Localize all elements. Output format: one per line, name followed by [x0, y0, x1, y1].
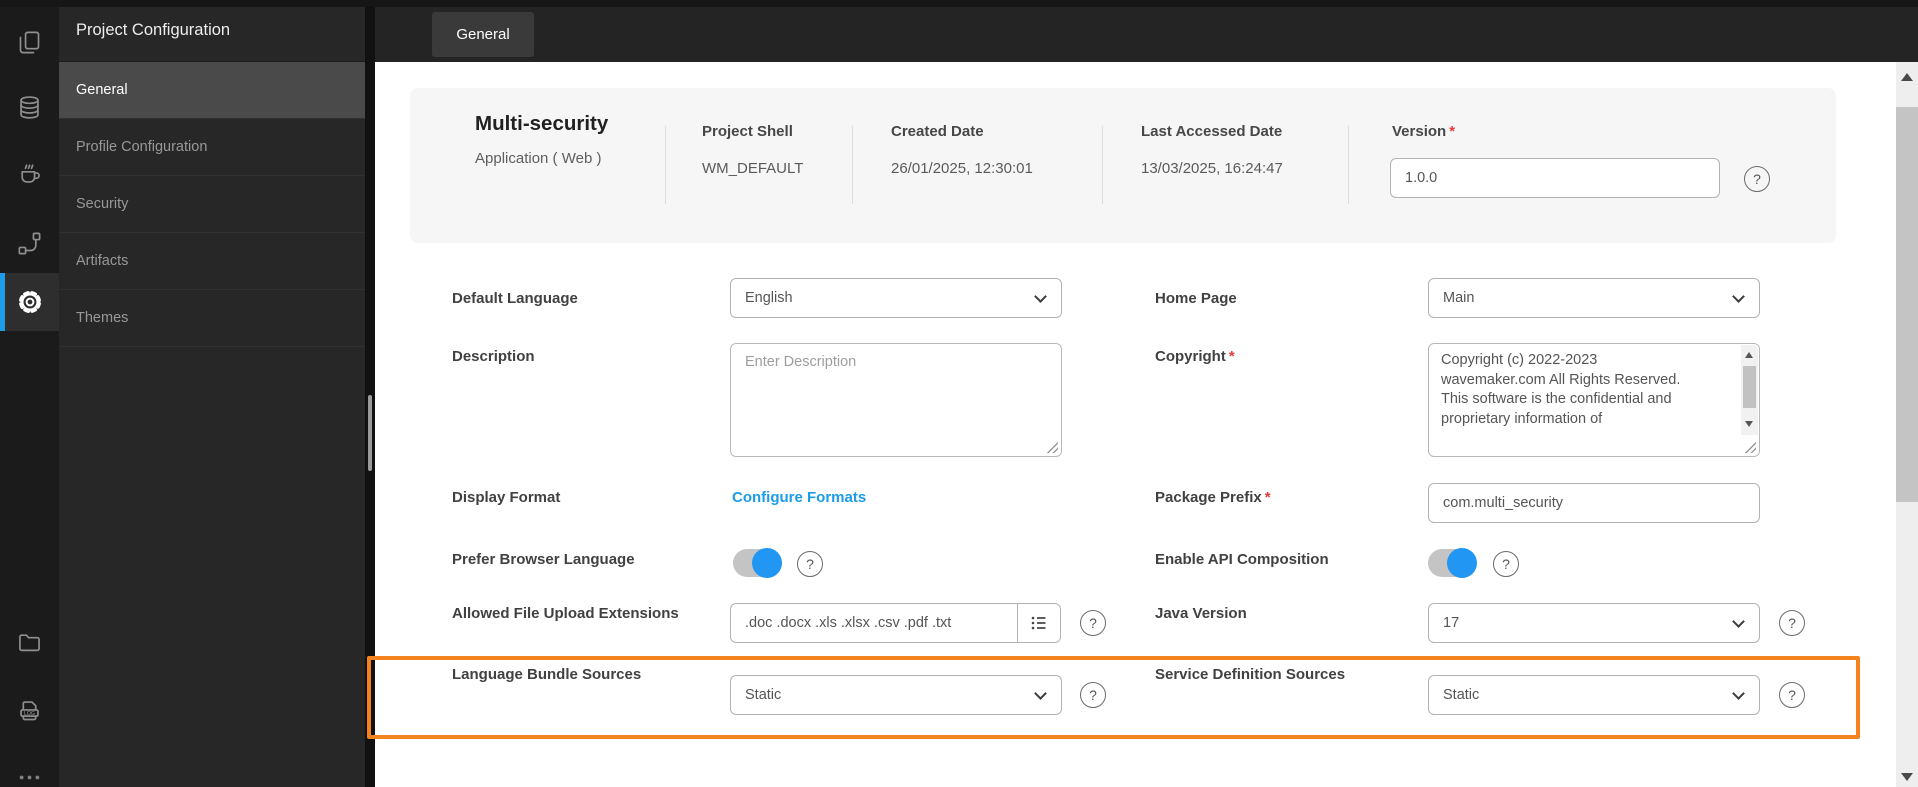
tab-general[interactable]: General [432, 12, 534, 57]
enable-api-composition-toggle[interactable] [1428, 548, 1477, 578]
java-version-select[interactable]: 17 [1428, 603, 1760, 643]
service-definition-sources-value: Static [1443, 687, 1480, 703]
project-info-card: Multi-security Application ( Web ) Proje… [410, 88, 1836, 243]
project-shell-value: WM_DEFAULT [702, 160, 804, 177]
required-asterisk: * [1228, 348, 1235, 365]
sidebar-divider [365, 0, 375, 787]
main-area: General Multi-security Application ( Web… [375, 0, 1918, 787]
package-prefix-label: Package Prefix * [1155, 489, 1271, 506]
extensions-list-button[interactable] [1017, 603, 1061, 643]
chevron-down-icon [1034, 687, 1047, 700]
sidebar-item-security[interactable]: Security [59, 176, 365, 233]
language-bundle-sources-select[interactable]: Static [730, 675, 1062, 715]
java-version-value: 17 [1443, 615, 1460, 631]
log-icon-label: LOG [24, 710, 35, 716]
icon-rail: LOG [0, 0, 59, 787]
version-label: Version * [1392, 123, 1456, 140]
scroll-down-icon[interactable] [1901, 773, 1913, 781]
allowed-file-upload-extensions-input[interactable] [730, 603, 1018, 643]
configure-formats-link[interactable]: Configure Formats [732, 489, 866, 506]
default-language-select[interactable]: English [730, 278, 1062, 318]
chevron-down-icon [1732, 687, 1745, 700]
created-date-label: Created Date [891, 123, 984, 140]
required-asterisk: * [1264, 489, 1271, 506]
page-scrollbar-thumb[interactable] [1896, 107, 1918, 502]
pages-icon[interactable] [0, 18, 59, 66]
sidebar-item-profile-configuration[interactable]: Profile Configuration [59, 119, 365, 176]
display-format-label: Display Format [452, 489, 561, 506]
created-date-value: 26/01/2025, 12:30:01 [891, 160, 1033, 177]
copyright-label: Copyright * [1155, 348, 1235, 365]
sidebar-title: Project Configuration [59, 0, 365, 62]
window-top-strip [0, 0, 1918, 7]
sidebar-item-artifacts[interactable]: Artifacts [59, 233, 365, 290]
enable-api-composition-help-icon[interactable]: ? [1493, 551, 1519, 577]
card-divider [1348, 126, 1349, 204]
sidebar-scrollbar-thumb[interactable] [368, 395, 372, 471]
more-options-icon[interactable] [0, 753, 59, 787]
card-divider [1102, 126, 1103, 204]
copyright-scrollbar-thumb[interactable] [1743, 366, 1756, 408]
page-scrollbar[interactable] [1896, 62, 1918, 787]
default-language-value: English [745, 290, 793, 306]
enable-api-composition-label: Enable API Composition [1155, 551, 1329, 568]
orchestration-icon[interactable] [0, 219, 59, 267]
java-services-icon[interactable] [0, 149, 59, 197]
home-page-select[interactable]: Main [1428, 278, 1760, 318]
last-accessed-date-label: Last Accessed Date [1141, 123, 1283, 140]
allowed-file-upload-extensions-label: Allowed File Upload Extensions [452, 605, 679, 622]
last-accessed-date-value: 13/03/2025, 16:24:47 [1141, 160, 1283, 177]
chevron-down-icon [1732, 290, 1745, 303]
copyright-scrollbar[interactable] [1741, 345, 1758, 435]
required-asterisk: * [1449, 123, 1456, 140]
default-language-label: Default Language [452, 290, 578, 307]
log-file-icon[interactable]: LOG [0, 686, 59, 734]
description-label: Description [452, 348, 535, 365]
scroll-up-icon[interactable] [1745, 352, 1753, 358]
service-definition-sources-help-icon[interactable]: ? [1779, 682, 1805, 708]
toggle-knob [1447, 548, 1477, 578]
home-page-label: Home Page [1155, 290, 1237, 307]
java-version-label: Java Version [1155, 605, 1247, 622]
java-version-help-icon[interactable]: ? [1779, 610, 1805, 636]
project-type: Application ( Web ) [475, 150, 602, 167]
settings-gear-icon[interactable] [0, 273, 59, 331]
list-icon [1031, 616, 1046, 630]
version-help-icon[interactable]: ? [1744, 166, 1770, 192]
description-textarea-wrap [730, 343, 1062, 457]
language-bundle-sources-help-icon[interactable]: ? [1080, 682, 1106, 708]
scroll-up-icon[interactable] [1901, 73, 1913, 81]
language-bundle-sources-value: Static [745, 687, 782, 703]
toggle-knob [752, 548, 782, 578]
project-name: Multi-security [475, 112, 609, 135]
folder-icon[interactable] [0, 618, 59, 666]
prefer-browser-language-label: Prefer Browser Language [452, 551, 635, 568]
sidebar-item-general[interactable]: General [59, 62, 365, 119]
chevron-down-icon [1732, 615, 1745, 628]
sidebar-item-themes[interactable]: Themes [59, 290, 365, 347]
home-page-value: Main [1443, 290, 1475, 306]
package-prefix-input[interactable] [1428, 483, 1760, 523]
general-settings-panel: Multi-security Application ( Web ) Proje… [375, 62, 1896, 787]
active-rail-indicator [0, 273, 5, 331]
version-input[interactable] [1390, 158, 1720, 198]
database-icon[interactable] [0, 83, 59, 131]
chevron-down-icon [1034, 290, 1047, 303]
service-definition-sources-select[interactable]: Static [1428, 675, 1760, 715]
language-bundle-sources-label: Language Bundle Sources [452, 666, 642, 683]
resize-grip-icon[interactable] [1744, 441, 1756, 453]
copyright-textarea[interactable]: Copyright (c) 2022-2023 wavemaker.com Al… [1428, 343, 1760, 457]
allowed-file-upload-extensions-help-icon[interactable]: ? [1080, 610, 1106, 636]
scroll-down-icon[interactable] [1745, 421, 1753, 427]
description-textarea[interactable] [731, 344, 1061, 456]
card-divider [852, 126, 853, 204]
prefer-browser-language-toggle[interactable] [733, 548, 782, 578]
config-sidebar: Project Configuration General Profile Co… [59, 0, 365, 787]
copyright-text: Copyright (c) 2022-2023 wavemaker.com Al… [1441, 352, 1681, 427]
card-divider [665, 126, 666, 204]
project-shell-label: Project Shell [702, 123, 793, 140]
prefer-browser-language-help-icon[interactable]: ? [797, 551, 823, 577]
service-definition-sources-label: Service Definition Sources [1155, 666, 1346, 683]
topbar: General [375, 0, 1918, 62]
